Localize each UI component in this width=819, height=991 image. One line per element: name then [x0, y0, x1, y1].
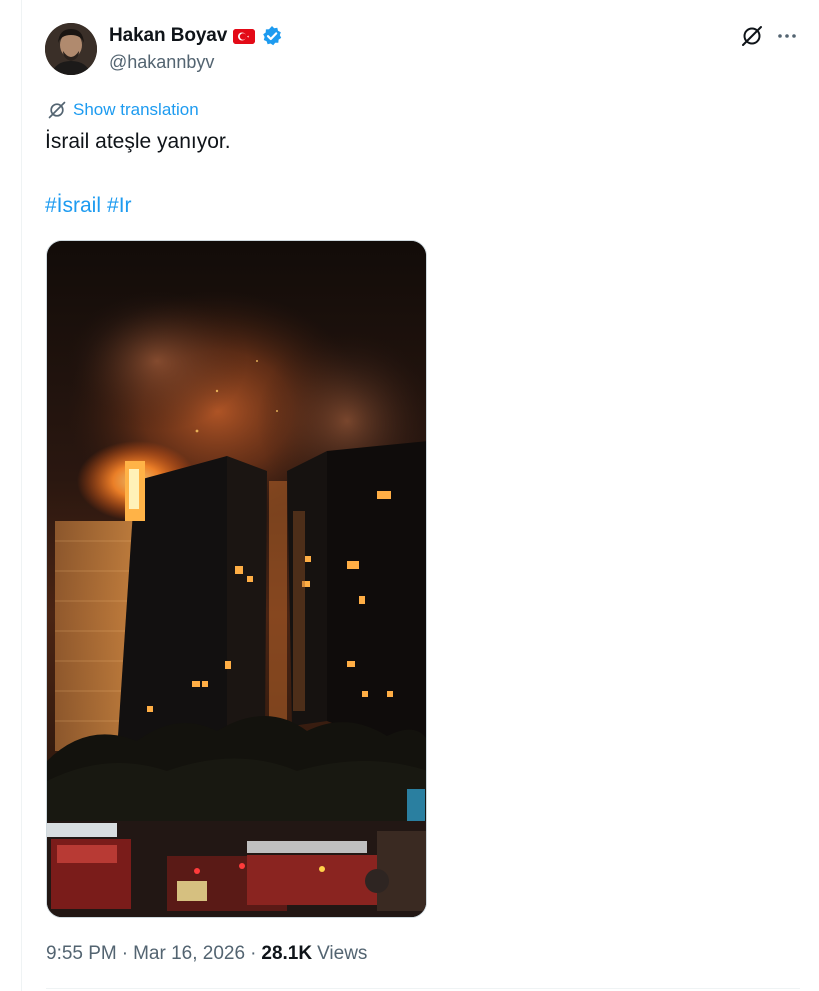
tweet-text: İsrail ateşle yanıyor.: [45, 130, 231, 153]
author-display-name[interactable]: Hakan Boyav: [109, 25, 227, 47]
translate-icon: [47, 100, 67, 120]
turkey-flag-icon: [233, 28, 256, 44]
hashtag-list: #İsrail #Ir: [45, 194, 132, 218]
hashtag-link[interactable]: #Ir: [107, 194, 132, 218]
views-label: Views: [317, 943, 368, 964]
grok-icon[interactable]: [740, 24, 764, 48]
hashtag-link[interactable]: #İsrail: [45, 194, 101, 218]
author-handle[interactable]: @hakannbyv: [109, 52, 214, 73]
meta-separator: ·: [250, 943, 257, 964]
author-name-row: Hakan Boyav: [109, 24, 283, 48]
tweet-post: Hakan Boyav @hakannbyv Show translation …: [0, 0, 819, 991]
tweet-meta: 9:55 PM · Mar 16, 2026 · 28.1K Views: [46, 943, 367, 965]
more-options-icon[interactable]: [775, 24, 799, 48]
show-translation-link[interactable]: Show translation: [47, 99, 199, 121]
author-avatar[interactable]: [45, 23, 97, 75]
thread-divider: [21, 0, 22, 991]
show-translation-label[interactable]: Show translation: [73, 100, 199, 120]
meta-divider: [46, 988, 800, 989]
meta-separator: ·: [121, 943, 129, 964]
views-count: 28.1K: [261, 943, 313, 964]
tweet-media-image[interactable]: [46, 240, 427, 918]
post-time[interactable]: 9:55 PM: [46, 943, 117, 965]
verified-badge-icon[interactable]: [261, 25, 283, 47]
post-date[interactable]: Mar 16, 2026: [133, 943, 245, 965]
